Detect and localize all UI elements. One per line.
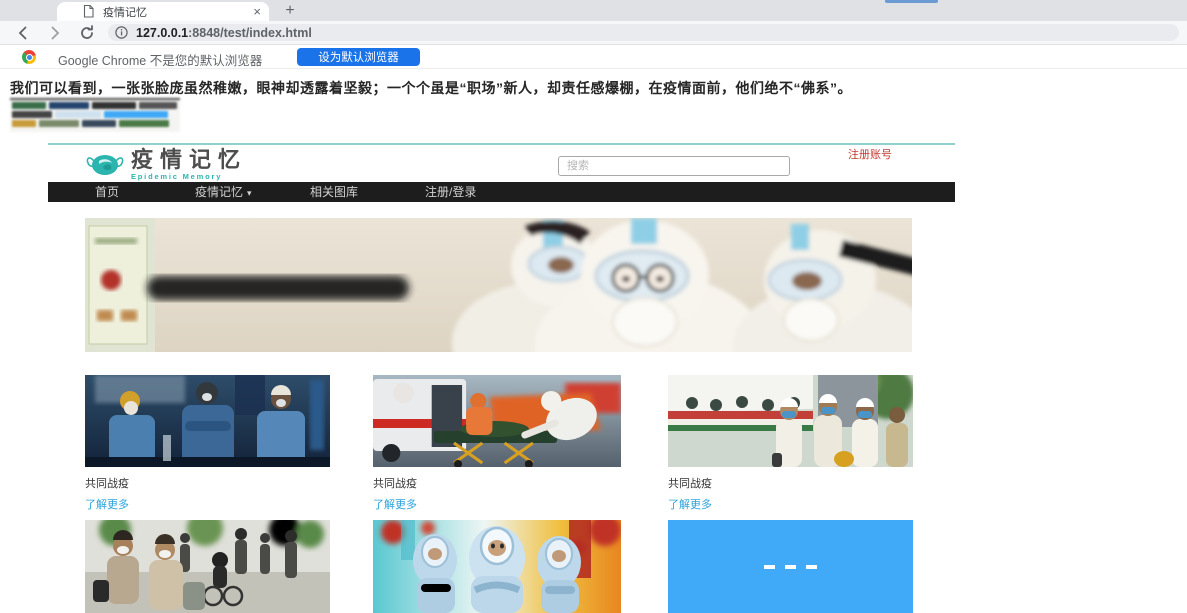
default-browser-notification: Google Chrome 不是您的默认浏览器 设为默认浏览器 <box>0 45 1187 69</box>
card-caption: 共同战疫 <box>373 475 621 491</box>
card-image-illustration[interactable] <box>373 520 621 613</box>
browser-window: 疫情记忆 × + 127.0.0.1:8848/test/index.html <box>0 0 1187 613</box>
nav-item-epidemic-memory[interactable]: 疫情记忆▾ <box>195 182 252 202</box>
site-logo[interactable]: 疫情记忆 Epidemic Memory <box>85 149 247 181</box>
main-nav: 首页 疫情记忆▾ 相关图库 注册/登录 <box>48 182 955 202</box>
register-account-link[interactable]: 注册账号 <box>848 146 892 162</box>
site-info-icon[interactable] <box>115 26 128 39</box>
card-image-icu[interactable] <box>85 375 330 467</box>
logo-title: 疫情记忆 <box>131 149 247 171</box>
address-bar[interactable]: 127.0.0.1:8848/test/index.html <box>108 24 1179 41</box>
card: 共同战疫 了解更多 <box>373 375 621 513</box>
top-blue-line <box>885 0 938 3</box>
loading-dash <box>764 565 775 569</box>
browser-tab[interactable]: 疫情记忆 × <box>57 2 269 21</box>
notification-text: Google Chrome 不是您的默认浏览器 <box>58 50 262 69</box>
nav-item-home[interactable]: 首页 <box>95 182 119 202</box>
nav-item-gallery[interactable]: 相关图库 <box>310 182 358 202</box>
card-image-street-crowd[interactable] <box>85 520 330 613</box>
card: 共同战疫 了解更多 <box>85 375 330 513</box>
browser-toolbar: 127.0.0.1:8848/test/index.html <box>0 21 1187 45</box>
image-loading-placeholder[interactable] <box>668 520 913 613</box>
card-caption: 共同战疫 <box>85 475 330 491</box>
card: 共同战疫 了解更多 <box>668 375 913 513</box>
site-container: 疫情记忆 Epidemic Memory 注册账号 首页 疫情记忆▾ 相关图库 … <box>48 143 955 613</box>
back-icon[interactable] <box>14 24 32 42</box>
hero-banner-image[interactable] <box>85 218 912 352</box>
search-input[interactable] <box>558 156 790 176</box>
logo-subtitle: Epidemic Memory <box>131 172 247 181</box>
url-host: 127.0.0.1 <box>136 26 188 40</box>
reload-icon[interactable] <box>78 24 96 42</box>
tab-strip: 疫情记忆 × + <box>0 0 1187 21</box>
card-caption: 共同战疫 <box>668 475 913 491</box>
nav-item-login[interactable]: 注册/登录 <box>425 182 476 202</box>
tab-title: 疫情记忆 <box>103 4 147 20</box>
url-path: :8848/test/index.html <box>188 26 312 40</box>
learn-more-link[interactable]: 了解更多 <box>373 496 417 512</box>
page-favicon-icon <box>83 5 94 18</box>
chrome-logo-icon <box>22 50 36 64</box>
web-page: 我们可以看到，一张张脸庞虽然稚嫩，眼神却透露着坚毅；一个个虽是“职场”新人，却责… <box>0 69 1187 613</box>
chevron-down-icon: ▾ <box>247 188 252 198</box>
site-header: 疫情记忆 Epidemic Memory 注册账号 <box>48 145 955 182</box>
new-tab-button[interactable]: + <box>278 1 302 20</box>
card-image-crowd-tent[interactable] <box>668 375 913 467</box>
card-image-ambulance[interactable] <box>373 375 621 467</box>
set-default-browser-button[interactable]: 设为默认浏览器 <box>297 48 420 66</box>
tab-close-icon[interactable]: × <box>253 5 261 18</box>
blurred-thumbnail <box>10 98 180 132</box>
learn-more-link[interactable]: 了解更多 <box>85 496 129 512</box>
intro-paragraph: 我们可以看到，一张张脸庞虽然稚嫩，眼神却透露着坚毅；一个个虽是“职场”新人，却责… <box>10 78 1040 98</box>
loading-dash <box>785 565 796 569</box>
forward-icon[interactable] <box>46 24 64 42</box>
mask-logo-icon <box>85 151 125 179</box>
loading-dash <box>806 565 817 569</box>
learn-more-link[interactable]: 了解更多 <box>668 496 712 512</box>
